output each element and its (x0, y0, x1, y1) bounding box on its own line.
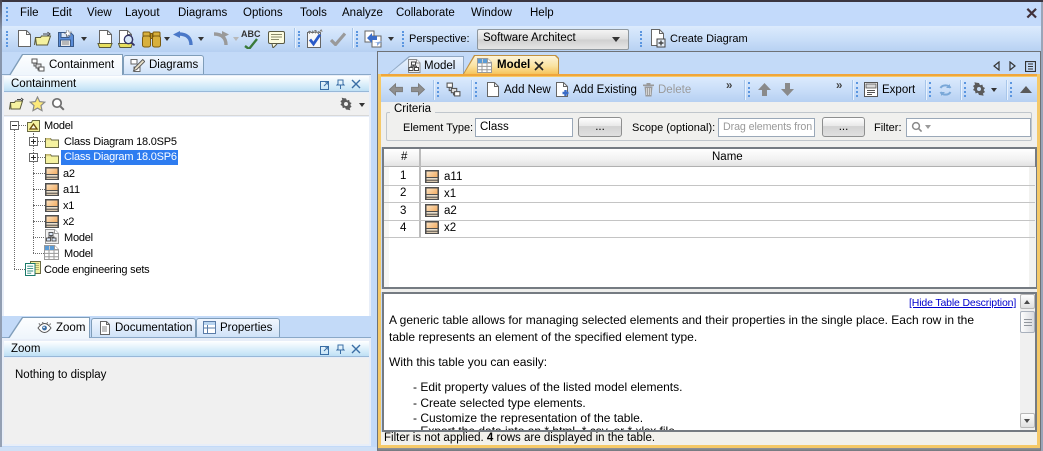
svg-text:ABC: ABC (241, 29, 261, 39)
